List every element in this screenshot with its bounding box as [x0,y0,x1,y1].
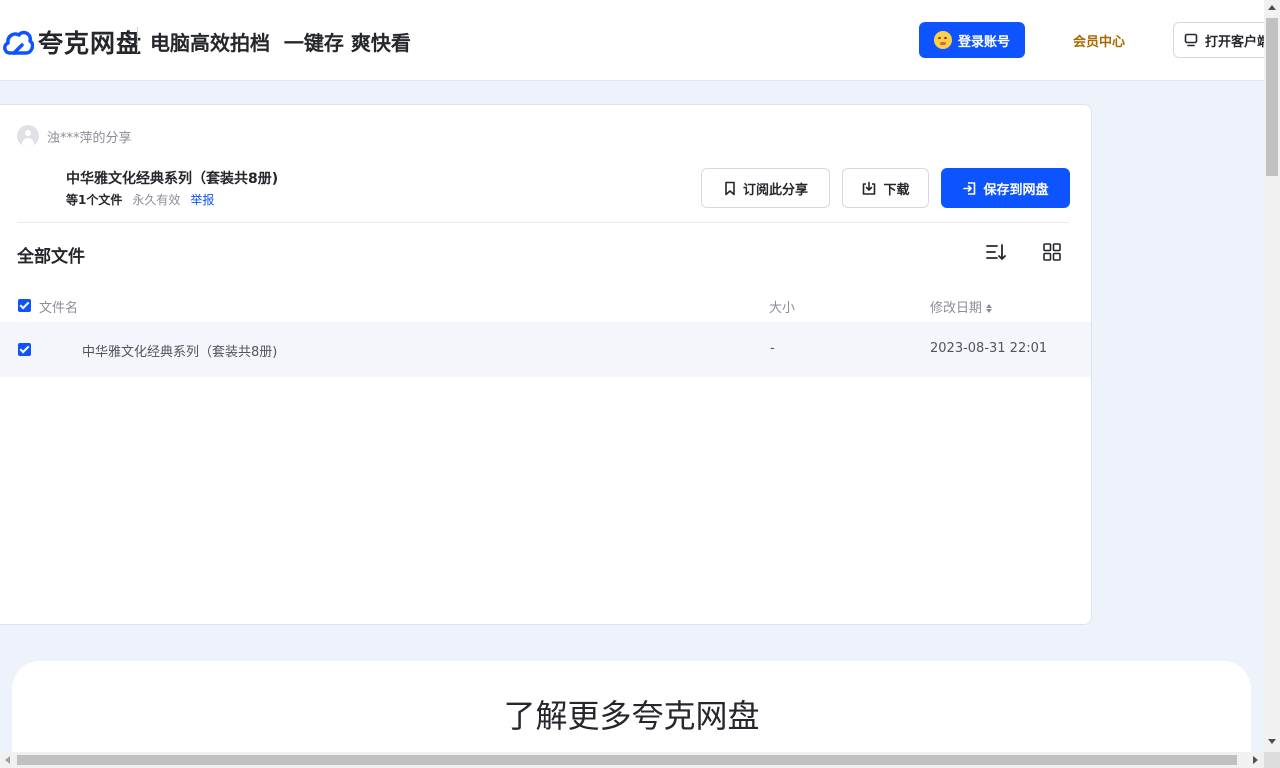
grid-view-button[interactable] [1043,243,1061,265]
file-size: - [770,341,775,356]
monitor-icon [1184,33,1198,47]
share-card: 浊***萍的分享 中华雅文化经典系列（套装共8册) 等1个文件 永久有效 举报 … [0,104,1092,625]
save-to-drive-button[interactable]: 保存到网盘 [941,168,1070,208]
section-title: 全部文件 [17,247,85,267]
vertical-scroll-thumb[interactable] [1266,18,1278,176]
save-label: 保存到网盘 [983,182,1049,198]
download-icon [863,181,876,195]
login-label: 登录账号 [957,34,1010,50]
file-count: 等1个文件 [66,193,123,207]
scrollbar-corner [1264,752,1280,768]
scroll-down-icon[interactable] [1268,739,1276,744]
subscribe-button[interactable]: 订阅此分享 [701,168,830,208]
column-size-header[interactable]: 大小 [769,297,795,316]
sort-icon [986,244,1006,260]
quark-logo[interactable]: 夸克网盘 [2,24,142,60]
sharer-name: 浊***萍的分享 [47,130,132,146]
horizontal-scroll-thumb[interactable] [17,755,1237,765]
sharer-info: 浊***萍的分享 [17,125,132,147]
sort-arrows-icon [986,304,993,313]
save-icon [963,181,976,195]
file-modified: 2023-08-31 22:01 [930,341,1048,356]
share-title: 中华雅文化经典系列（套装共8册) [66,171,279,187]
select-all-checkbox[interactable] [18,299,31,312]
validity: 永久有效 [132,193,181,207]
subscribe-label: 订阅此分享 [742,182,808,198]
cloud-logo-icon [3,30,34,55]
table-row[interactable]: 中华雅文化经典系列（套装共8册) - 2023-08-31 22:01 [0,322,1091,377]
column-name-header[interactable]: 文件名 [39,297,78,316]
scroll-up-icon[interactable] [1268,5,1276,10]
report-link[interactable]: 举报 [190,191,214,208]
login-button[interactable]: 登录账号 [919,22,1025,58]
download-label: 下载 [883,182,910,198]
sort-button[interactable] [986,243,1006,265]
column-modified-header[interactable]: 修改日期 [930,297,993,316]
promo-title: 了解更多夸克网盘 [503,697,760,735]
header-divider [17,222,1069,223]
horizontal-scrollbar[interactable] [0,752,1264,768]
open-client-label: 打开客户端 [1205,34,1271,50]
member-center-link[interactable]: 会员中心 [1073,31,1125,50]
logo-divider [137,27,138,53]
column-modified-label: 修改日期 [930,301,983,316]
download-button[interactable]: 下载 [842,168,929,208]
avatar [17,125,39,147]
vertical-scrollbar[interactable] [1264,0,1280,752]
grid-icon [1043,243,1061,261]
bookmark-icon [725,181,735,195]
file-name[interactable]: 中华雅文化经典系列（套装共8册) [82,341,277,360]
scroll-left-icon[interactable] [5,756,10,764]
top-header: 夸克网盘 电脑高效拍档 一键存 爽快看 登录账号 会员中心 打开客户端 [0,0,1280,81]
share-meta: 等1个文件 永久有效 举报 [66,191,214,208]
row-checkbox[interactable] [18,343,31,356]
slogan: 电脑高效拍档 一键存 爽快看 [150,31,411,55]
logo-text: 夸克网盘 [38,29,143,58]
emoji-face-icon [933,31,952,49]
scroll-right-icon[interactable] [1253,756,1258,764]
